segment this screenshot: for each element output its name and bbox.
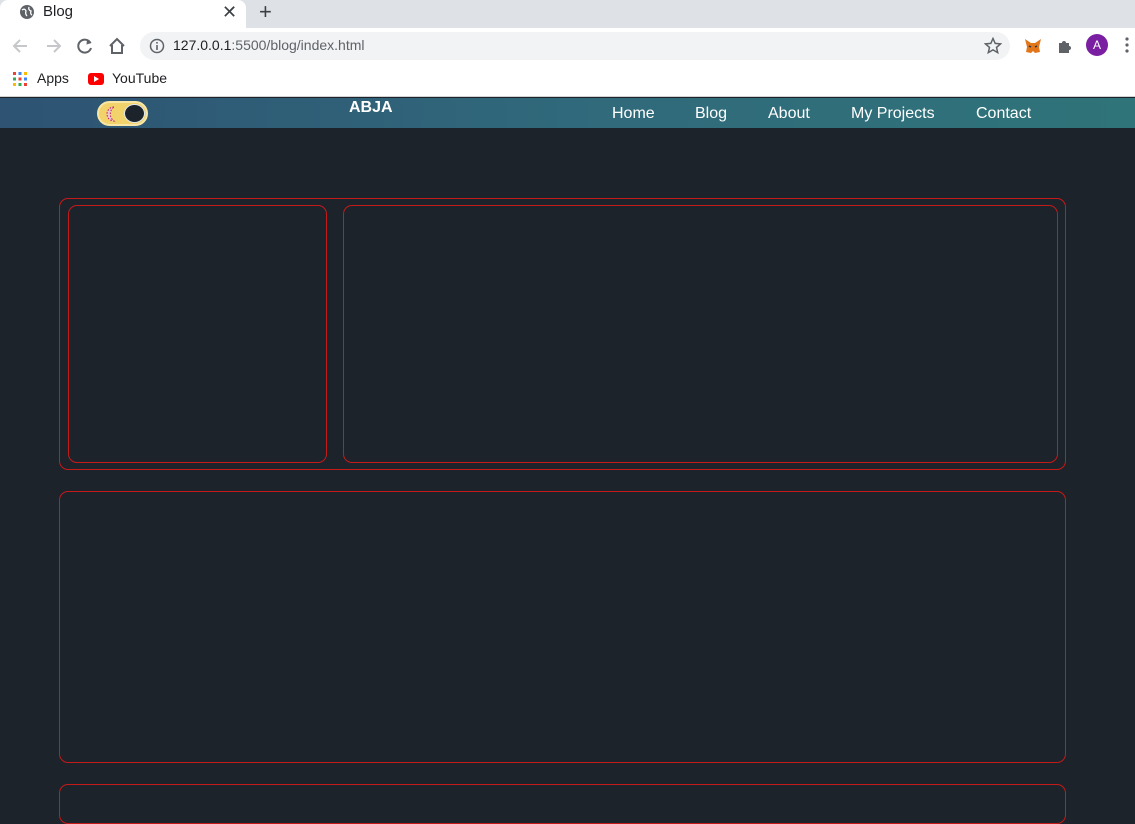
moon-icon [106, 106, 116, 122]
close-tab-icon[interactable]: ✕ [222, 2, 237, 23]
theme-toggle[interactable] [97, 101, 148, 126]
post-card [59, 491, 1066, 763]
site-navbar: ABJA Home Blog About My Projects Contact [0, 98, 1135, 128]
extensions-puzzle-icon[interactable] [1056, 37, 1074, 55]
youtube-icon[interactable] [88, 73, 104, 85]
post-card [59, 784, 1066, 824]
bookmark-youtube[interactable]: YouTube [112, 70, 167, 86]
nav-contact[interactable]: Contact [976, 105, 1031, 123]
metamask-fox-icon[interactable] [1023, 36, 1043, 56]
forward-arrow-icon[interactable] [43, 36, 63, 56]
url-text: 127.0.0.1:5500/blog/index.html [173, 37, 364, 53]
nav-blog[interactable]: Blog [695, 105, 727, 123]
globe-icon [20, 5, 34, 19]
home-icon[interactable] [107, 36, 127, 56]
reload-icon[interactable] [75, 36, 95, 56]
toggle-knob[interactable] [124, 104, 145, 123]
bookmark-star-icon[interactable] [984, 37, 1002, 55]
featured-post-image [68, 205, 327, 463]
address-bar[interactable]: 127.0.0.1:5500/blog/index.html [140, 32, 1010, 60]
nav-my-projects[interactable]: My Projects [851, 105, 935, 123]
nav-about[interactable]: About [768, 105, 810, 123]
browser-tab-strip: Blog ✕ + [0, 0, 1135, 28]
url-path: :5500/blog/index.html [231, 37, 365, 53]
profile-avatar[interactable]: A [1086, 34, 1108, 56]
back-arrow-icon[interactable] [11, 36, 31, 56]
site-brand[interactable]: ABJA [349, 99, 393, 117]
apps-grid-icon[interactable] [13, 72, 27, 86]
browser-toolbar: 127.0.0.1:5500/blog/index.html A [0, 28, 1135, 64]
featured-post-content [343, 205, 1058, 463]
info-icon[interactable] [149, 38, 165, 54]
menu-dots-icon[interactable] [1124, 37, 1130, 53]
bookmark-apps[interactable]: Apps [37, 70, 69, 86]
nav-home[interactable]: Home [612, 105, 655, 123]
featured-post-card [59, 198, 1066, 470]
bookmarks-bar: Apps YouTube [0, 64, 1135, 97]
browser-tab-blog[interactable]: Blog ✕ [0, 0, 246, 28]
url-host: 127.0.0.1 [173, 37, 232, 53]
new-tab-icon[interactable]: + [259, 0, 272, 24]
tab-title: Blog [43, 3, 74, 20]
